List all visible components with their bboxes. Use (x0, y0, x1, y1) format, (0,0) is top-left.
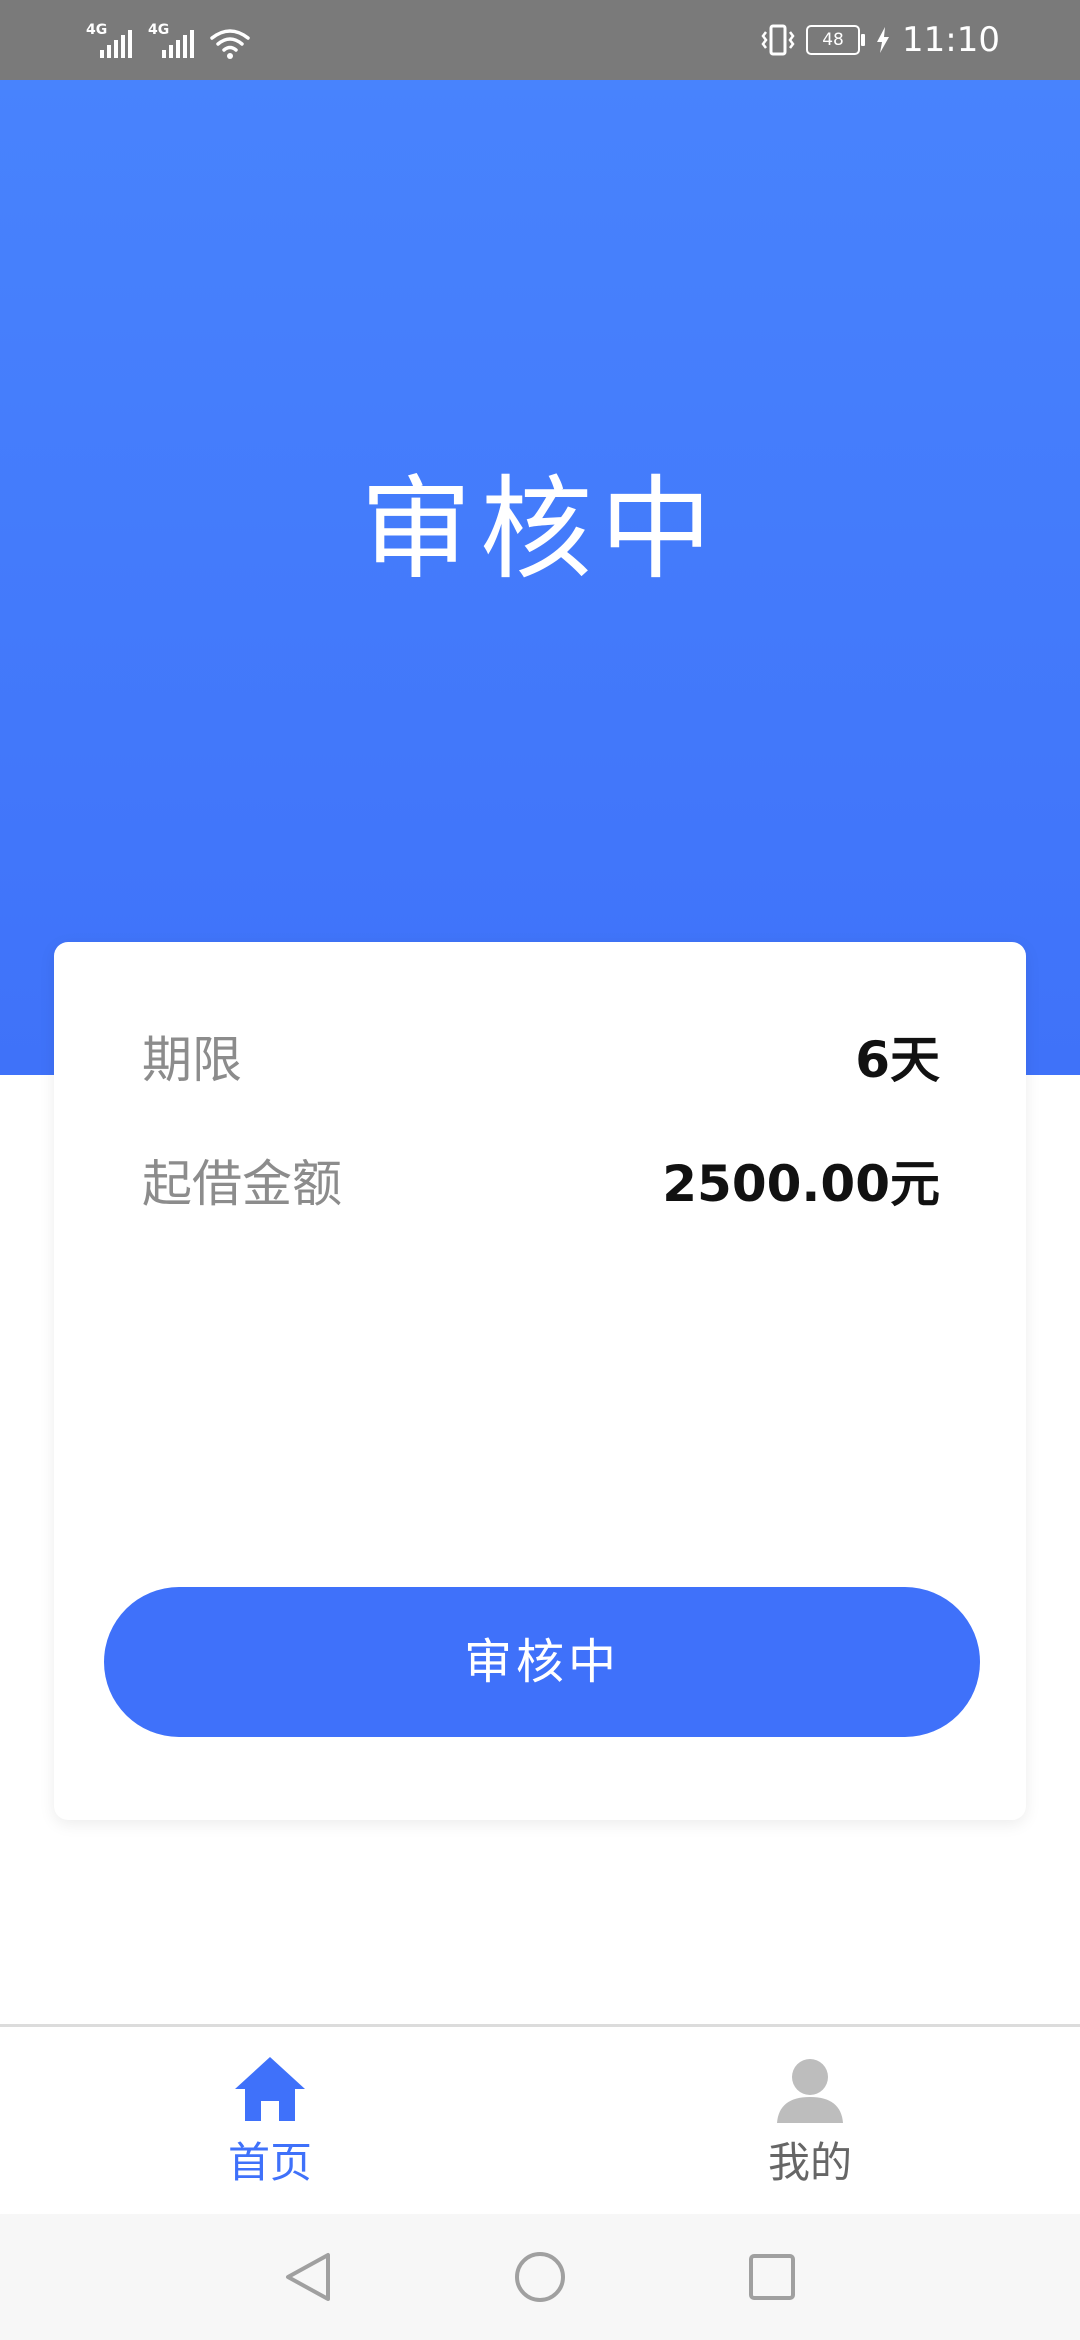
term-row: 期限 6天 (142, 1020, 940, 1100)
signal-icon: 4G (148, 22, 196, 60)
status-left: 4G 4G (86, 20, 250, 60)
tab-mine[interactable]: 我的 (660, 2027, 960, 2217)
home-circle-icon[interactable] (510, 2247, 570, 2307)
app-screen: 4G 4G 48 11:10 审核中 期限 6天 起借金额 2500.00元 审… (0, 0, 1080, 2340)
term-value: 6天 (855, 1031, 940, 1089)
home-icon (235, 2057, 305, 2121)
amount-row: 起借金额 2500.00元 (142, 1144, 940, 1224)
review-status-button[interactable]: 审核中 (104, 1587, 980, 1737)
status-time: 11:10 (902, 20, 1000, 60)
recent-apps-icon[interactable] (742, 2247, 802, 2307)
status-right: 48 11:10 (760, 16, 1000, 64)
tab-mine-label: 我的 (767, 2138, 852, 2187)
user-icon (777, 2059, 843, 2123)
tab-home[interactable]: 首页 (120, 2027, 420, 2217)
back-icon[interactable] (278, 2247, 338, 2307)
signal-icon: 4G (86, 22, 134, 60)
status-bar: 4G 4G 48 11:10 (0, 0, 1080, 80)
status-header: 审核中 (0, 80, 1080, 1075)
amount-value: 2500.00元 (662, 1155, 940, 1213)
battery-icon: 48 (806, 25, 866, 55)
page-title: 审核中 (360, 465, 720, 595)
battery-level: 48 (822, 30, 844, 50)
loan-info-card: 期限 6天 起借金额 2500.00元 审核中 (54, 942, 1026, 1820)
term-label: 期限 (142, 1031, 242, 1089)
charging-icon (877, 27, 890, 53)
wifi-icon (210, 29, 250, 59)
tab-home-label: 首页 (227, 2138, 312, 2187)
system-navigation-bar (0, 2214, 1080, 2340)
amount-label: 起借金额 (142, 1155, 342, 1213)
bottom-tab-bar: 首页 我的 (0, 2024, 1080, 2217)
vibrate-icon (761, 24, 795, 56)
